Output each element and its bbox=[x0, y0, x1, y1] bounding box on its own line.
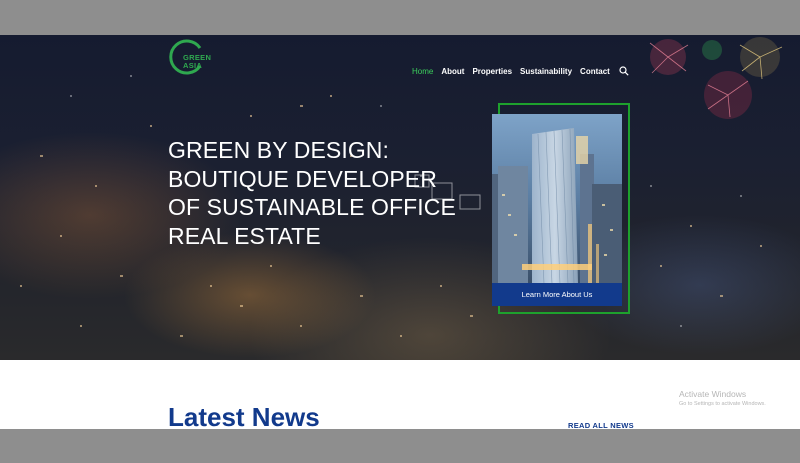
read-all-news-link[interactable]: READ ALL NEWS bbox=[568, 421, 634, 429]
news-section: Latest News READ ALL NEWS Activate Windo… bbox=[0, 360, 800, 429]
activate-windows-watermark: Activate Windows Go to Settings to activ… bbox=[679, 389, 766, 408]
logo-text: GREEN ASIA bbox=[183, 54, 211, 70]
activate-windows-title: Activate Windows bbox=[679, 389, 747, 399]
hero-headline: GREEN BY DESIGN: BOUTIQUE DEVELOPER OF S… bbox=[168, 137, 456, 249]
bottom-gray-bar bbox=[0, 429, 800, 463]
learn-more-button[interactable]: Learn More About Us bbox=[492, 283, 622, 306]
building-photo bbox=[492, 114, 622, 284]
nav-item-about[interactable]: About bbox=[441, 67, 464, 76]
search-icon[interactable] bbox=[619, 66, 629, 76]
top-gray-bar bbox=[0, 0, 800, 35]
main-nav: Home About Properties Sustainability Con… bbox=[412, 66, 629, 76]
latest-news-heading: Latest News bbox=[168, 402, 320, 429]
nav-item-sustainability[interactable]: Sustainability bbox=[520, 67, 572, 76]
nav-item-home[interactable]: Home bbox=[412, 67, 433, 76]
nav-item-contact[interactable]: Contact bbox=[580, 67, 610, 76]
hero-section: GREEN ASIA Home About Properties Sustain… bbox=[0, 35, 800, 360]
green-asia-logo[interactable]: GREEN ASIA bbox=[166, 39, 211, 75]
logo-text-line2: ASIA bbox=[183, 61, 203, 70]
activate-windows-subtitle: Go to Settings to activate Windows. bbox=[679, 401, 766, 407]
nav-item-properties[interactable]: Properties bbox=[472, 67, 512, 76]
